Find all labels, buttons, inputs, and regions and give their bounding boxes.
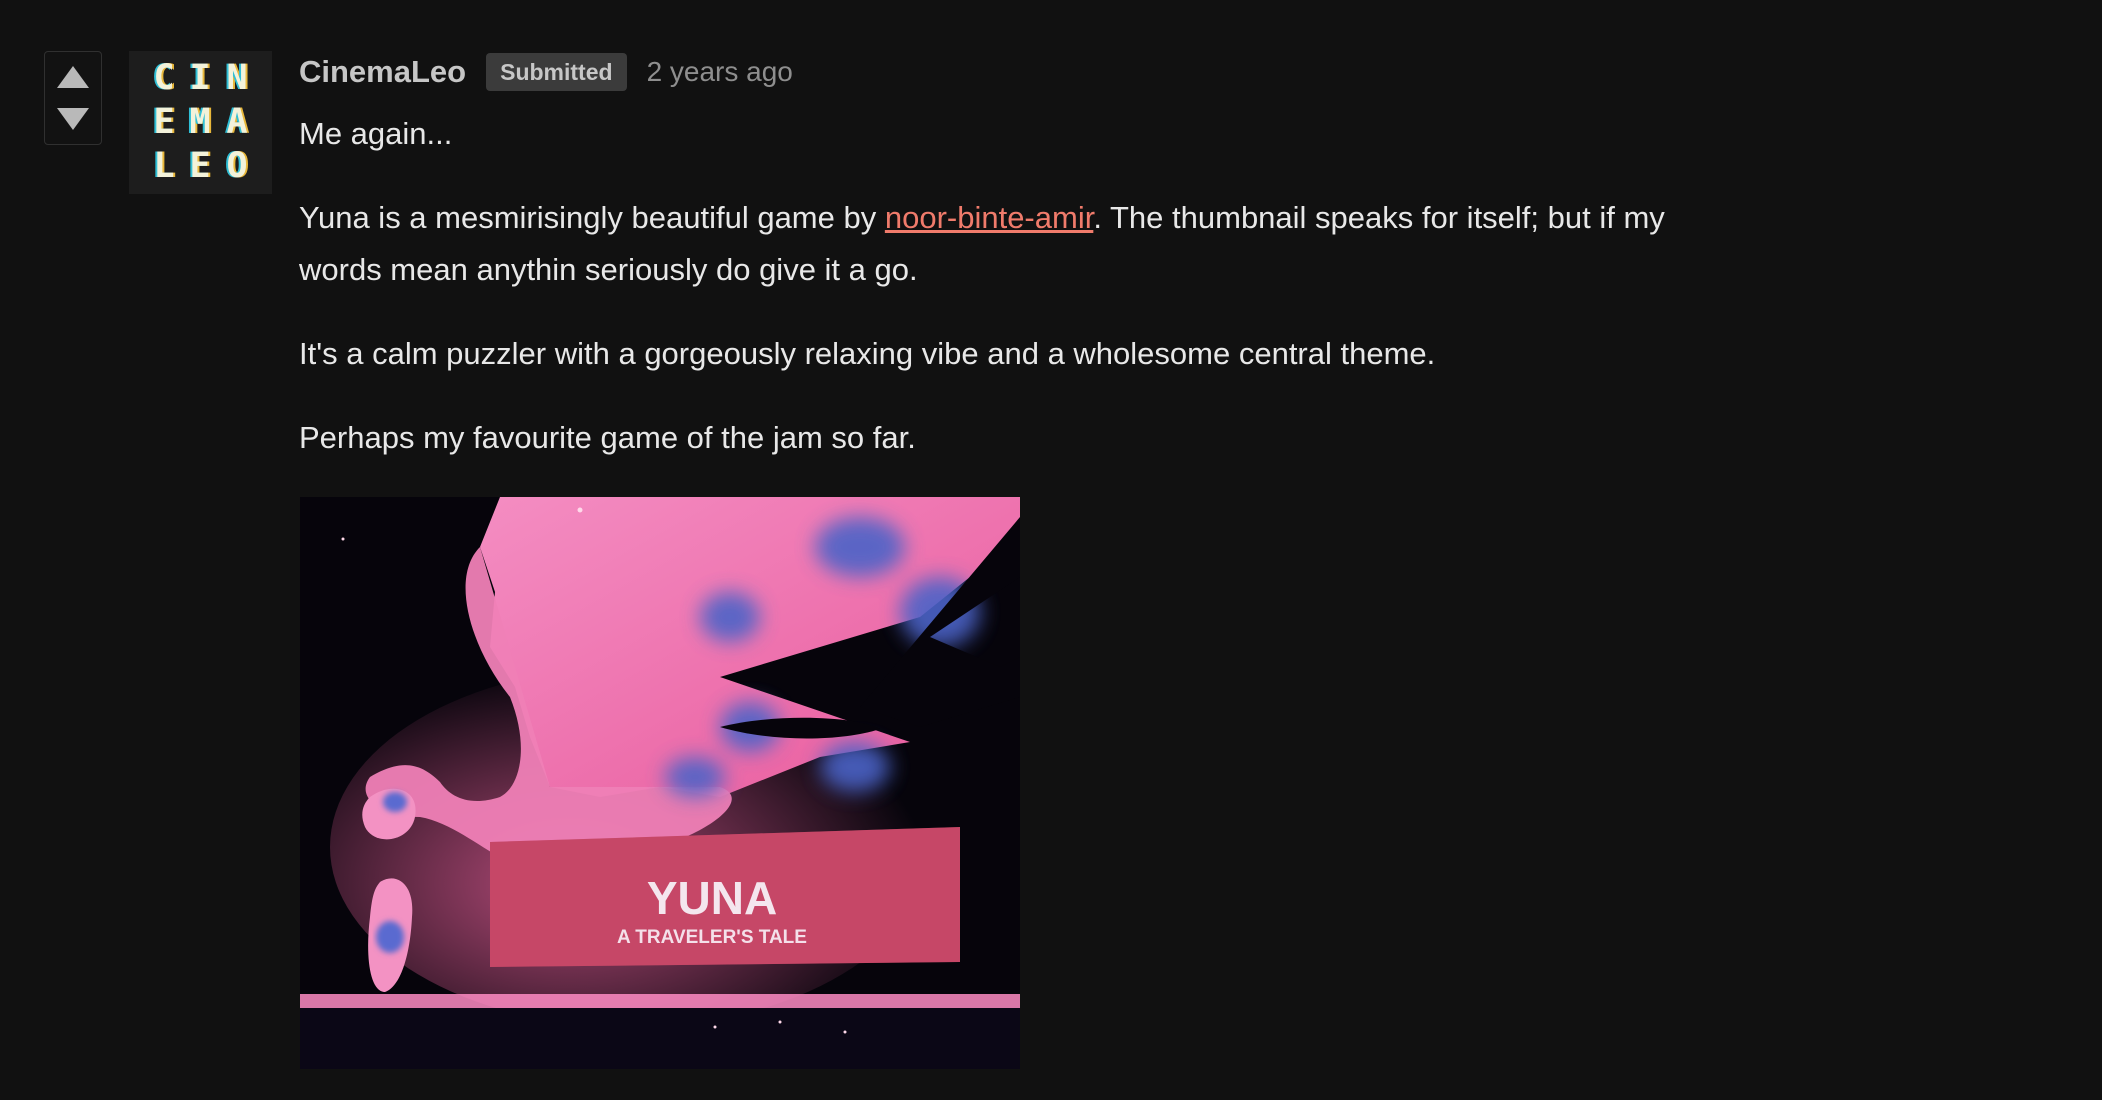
comment-paragraph: Perhaps my favourite game of the jam so … bbox=[299, 420, 916, 455]
comment-paragraph: Me again... bbox=[299, 116, 453, 151]
avatar-letter: E bbox=[153, 102, 175, 142]
upvote-button[interactable] bbox=[55, 64, 91, 92]
avatar-letter: E bbox=[189, 146, 211, 186]
avatar-letter: M bbox=[189, 102, 211, 142]
triangle-up-icon bbox=[57, 66, 89, 88]
game-thumbnail-image[interactable]: YUNA A TRAVELER'S TALE bbox=[300, 497, 1020, 1069]
avatar-letter: A bbox=[226, 102, 248, 142]
triangle-down-icon bbox=[57, 108, 89, 130]
comment: CinemaLeo Submitted 2 years ago Me again… bbox=[299, 48, 1719, 464]
comment-body: Me again... Yuna is a mesmirisingly beau… bbox=[299, 108, 1719, 464]
comment-timestamp[interactable]: 2 years ago bbox=[647, 56, 793, 88]
image-subtitle-text: A TRAVELER'S TALE bbox=[617, 927, 807, 948]
comment-paragraph: Yuna is a mesmirisingly beautiful game b… bbox=[299, 192, 1719, 296]
avatar-letter: O bbox=[226, 146, 248, 186]
avatar[interactable]: C I N E M A L E O bbox=[129, 51, 272, 194]
paragraph-text: Yuna is a mesmirisingly beautiful game b… bbox=[299, 200, 885, 235]
vote-box bbox=[44, 51, 102, 145]
comment-paragraph: It's a calm puzzler with a gorgeously re… bbox=[299, 336, 1436, 371]
downvote-button[interactable] bbox=[55, 104, 91, 132]
comment-header: CinemaLeo Submitted 2 years ago bbox=[299, 48, 1719, 96]
image-title-text: YUNA bbox=[647, 872, 777, 924]
username-link[interactable]: CinemaLeo bbox=[299, 54, 466, 90]
avatar-letter: L bbox=[153, 146, 175, 186]
avatar-letter: N bbox=[226, 58, 248, 98]
avatar-letter: I bbox=[189, 58, 211, 98]
avatar-letter: C bbox=[153, 58, 175, 98]
developer-link[interactable]: noor-binte-amir bbox=[885, 200, 1093, 235]
submitted-badge: Submitted bbox=[486, 53, 627, 91]
